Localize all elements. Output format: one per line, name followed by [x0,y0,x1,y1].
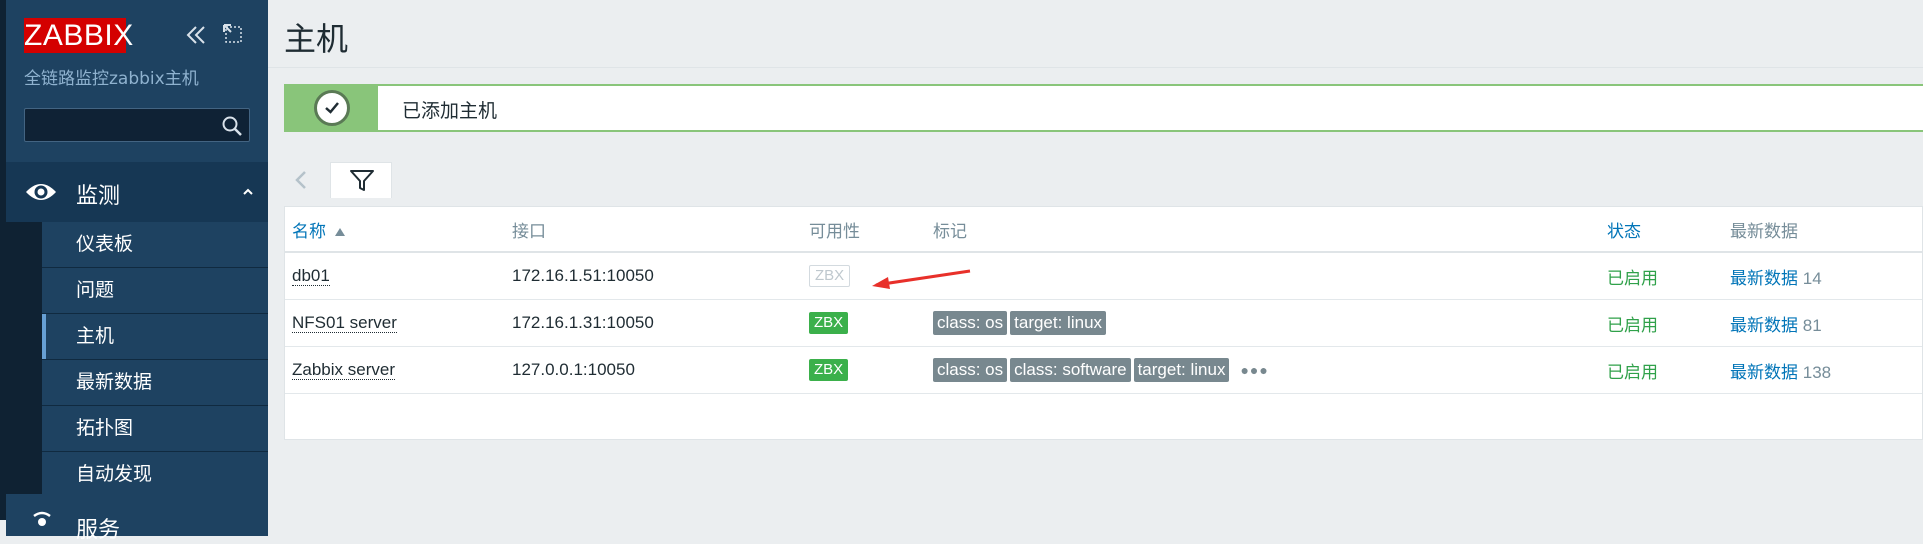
more-tags-icon[interactable]: ●●● [1240,362,1268,378]
chevron-up-icon [240,184,256,200]
server-name: 全链路监控zabbix主机 [24,69,199,89]
tag-badge[interactable]: class: os [933,358,1008,382]
latest-data-count: 14 [1802,268,1822,288]
search-box [24,108,250,142]
host-status-toggle[interactable]: 已启用 [1607,363,1658,382]
search-icon[interactable] [221,115,243,137]
host-tags: class: os class: software target: linux ●●● [933,346,1607,394]
column-header-name-label: 名称 [292,221,326,241]
host-tags [933,252,1607,300]
host-status-toggle[interactable]: 已启用 [1607,269,1658,288]
host-name-link[interactable]: db01 [292,266,330,286]
check-icon [314,90,350,126]
host-status-toggle[interactable]: 已启用 [1607,316,1658,335]
zbx-availability-badge[interactable]: ZBX [809,359,849,381]
menu-monitoring[interactable]: 监测 [6,162,268,222]
collapse-sidebar-icon[interactable] [183,22,209,48]
host-tags: class: os target: linux [933,299,1607,347]
sidebar-item-label: 最新数据 [76,371,153,393]
column-header-interface[interactable]: 接口 [512,207,809,253]
column-header-name[interactable]: 名称 [285,207,512,253]
monitoring-submenu: 仪表板 问题 主机 最新数据 拓扑图 自动发现 [6,222,268,498]
host-interface: 127.0.0.1:10050 [512,346,809,394]
sidebar-item-label: 自动发现 [76,463,153,485]
column-header-tags: 标记 [933,207,1607,253]
menu-monitoring-label: 监测 [76,184,121,209]
sidebar-item-latest-data[interactable]: 最新数据 [42,360,268,406]
eye-icon [24,180,58,204]
column-header-status[interactable]: 状态 [1607,207,1730,253]
chevron-left-icon[interactable] [290,168,314,192]
kiosk-mode-icon[interactable] [222,23,244,45]
latest-data-link[interactable]: 最新数据 [1730,316,1798,335]
success-message-text: 已添加主机 [402,100,498,122]
table-row: NFS01 server 172.16.1.31:10050 ZBX class… [285,299,1922,347]
sidebar-item-discovery[interactable]: 自动发现 [42,452,268,498]
menu-services[interactable]: 服务 [6,496,268,543]
sidebar-item-maps[interactable]: 拓扑图 [42,406,268,452]
tag-badge[interactable]: class: os [933,311,1008,335]
filter-icon [350,170,374,191]
zbx-availability-badge[interactable]: ZBX [809,312,849,334]
sort-ascending-icon [334,228,345,237]
search-input[interactable] [25,109,231,141]
services-icon [30,510,54,534]
table-row: db01 172.16.1.51:10050 ZBX 已启用 最新数据 14 [285,252,1922,300]
host-name-link[interactable]: NFS01 server [292,313,397,333]
host-interface: 172.16.1.31:10050 [512,299,809,347]
sidebar-item-problems[interactable]: 问题 [42,268,268,314]
tag-badge[interactable]: class: software [1010,358,1131,382]
header-divider [268,67,1923,68]
sidebar-item-label: 问题 [76,279,115,301]
table-row: Zabbix server 127.0.0.1:10050 ZBX class:… [285,346,1922,394]
sidebar-item-dashboard[interactable]: 仪表板 [42,222,268,268]
latest-data-count: 138 [1802,362,1832,382]
annotation-arrow-icon [872,269,971,289]
filter-tab[interactable] [330,162,392,198]
latest-data-count: 81 [1802,315,1822,335]
menu-services-label: 服务 [76,518,121,543]
sidebar-item-label: 主机 [76,325,115,347]
column-header-latest-data: 最新数据 [1730,207,1922,253]
tag-badge[interactable]: target: linux [1133,358,1230,382]
page-title: 主机 [284,20,349,58]
host-name-link[interactable]: Zabbix server [292,360,395,380]
latest-data-link[interactable]: 最新数据 [1730,363,1798,382]
success-message: 已添加主机 [284,84,1923,132]
success-badge [286,86,378,130]
zbx-availability-badge[interactable]: ZBX [809,265,851,287]
hosts-table: 名称 接口 可用性 标记 状态 最新数据 db01 172.16.1.51:10… [284,206,1923,440]
sidebar-item-hosts[interactable]: 主机 [42,314,268,360]
sidebar: ZABBIX 全链路监控zabbix主机 监测 仪表板 问题 主机 最新数据 拓… [0,0,268,543]
zabbix-logo[interactable]: ZABBIX [24,18,133,53]
latest-data-link[interactable]: 最新数据 [1730,269,1798,288]
table-header-row: 名称 接口 可用性 标记 状态 最新数据 [285,207,1922,253]
sidebar-item-label: 仪表板 [76,233,134,255]
host-interface: 172.16.1.51:10050 [512,252,809,300]
sidebar-item-label: 拓扑图 [76,417,134,439]
submenu-indent [6,222,42,494]
tag-badge[interactable]: target: linux [1010,311,1107,335]
column-header-availability: 可用性 [809,207,933,253]
